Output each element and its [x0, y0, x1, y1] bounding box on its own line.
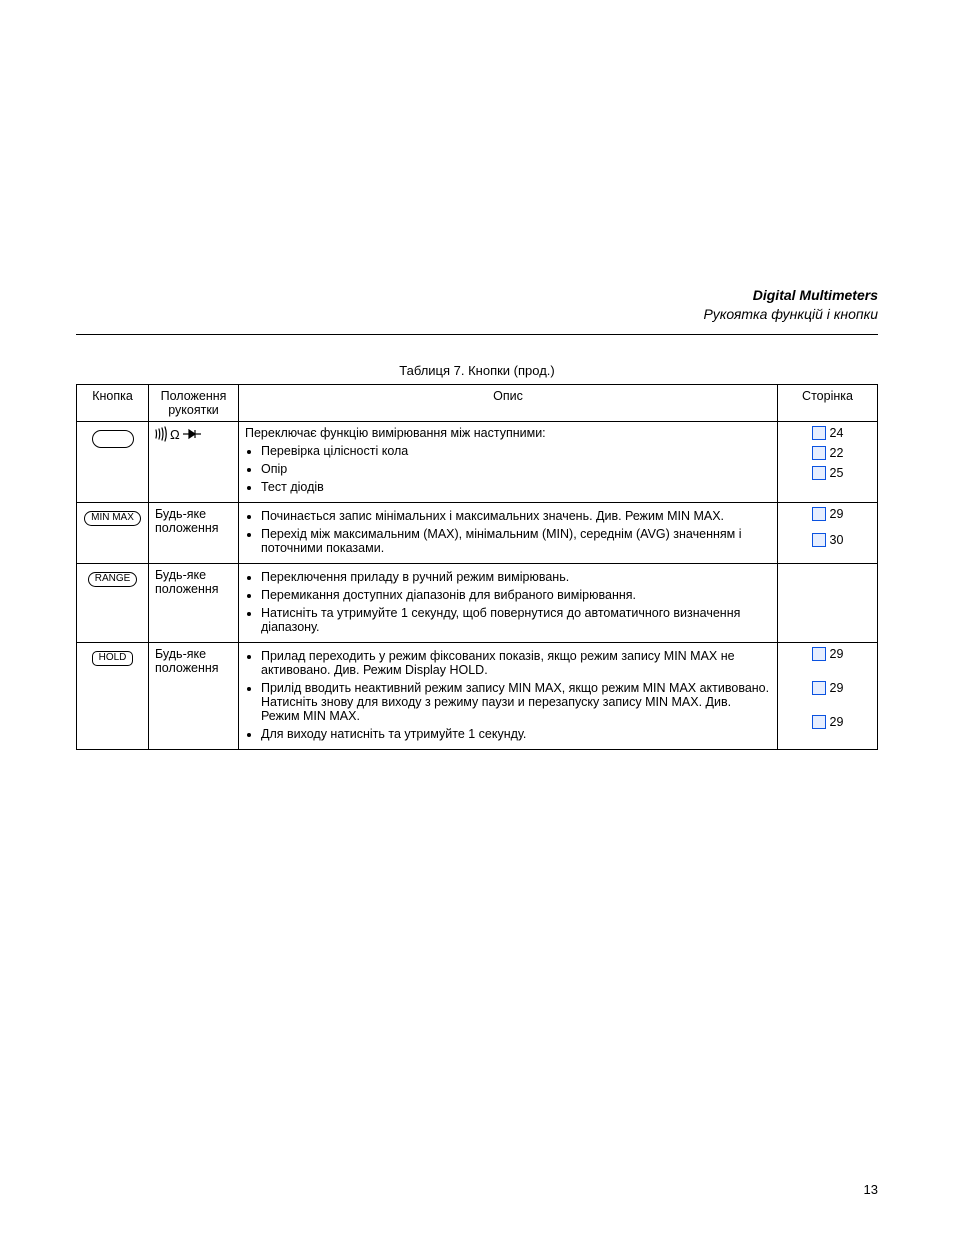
page-number: 29 [830, 647, 844, 661]
button-cell [77, 421, 149, 502]
desc-item: Перемикання доступних діапазонів для виб… [261, 588, 771, 602]
header-title: Digital Multimeters [76, 286, 878, 305]
position-cell: Будь-яке положення [149, 563, 239, 642]
desc-item: Тест діодів [261, 480, 771, 494]
desc-item: Перевірка цілісності кола [261, 444, 771, 458]
description-cell: Переключає функцію вимірювання між насту… [239, 421, 778, 502]
page-link-icon[interactable] [812, 533, 826, 547]
col-page: Сторінка [778, 384, 878, 421]
col-desc: Опис [239, 384, 778, 421]
page-header: Digital Multimeters Рукоятка функцій і к… [76, 286, 878, 324]
table-row: Ω Переключає функцію вимірювання між нас… [77, 421, 878, 502]
page-link-icon[interactable] [812, 446, 826, 460]
header-rule [76, 334, 878, 335]
table-row: HOLD Будь-яке положення Прилад переходит… [77, 642, 878, 749]
page-link-icon[interactable] [812, 715, 826, 729]
page-number: 29 [830, 715, 844, 729]
col-position: Положення рукоятки [149, 384, 239, 421]
page-cell [778, 563, 878, 642]
minmax-key-icon: MIN MAX [84, 511, 141, 526]
footer-page-number: 13 [864, 1182, 878, 1197]
table-row: RANGE Будь-яке положення Переключення пр… [77, 563, 878, 642]
page-number: 29 [830, 681, 844, 695]
hold-key-icon: HOLD [92, 651, 134, 666]
description-cell: Починається запис мінімальних і максимал… [239, 502, 778, 563]
page-number: 22 [830, 446, 844, 460]
button-cell: MIN MAX [77, 502, 149, 563]
page-number: 24 [830, 426, 844, 440]
table-row: MIN MAX Будь-яке положення Починається з… [77, 502, 878, 563]
button-cell: HOLD [77, 642, 149, 749]
page-cell: 29 29 29 [778, 642, 878, 749]
table-caption: Таблиця 7. Кнопки (прод.) [76, 363, 878, 378]
description-cell: Прилад переходить у режим фіксованих пок… [239, 642, 778, 749]
table-header-row: Кнопка Положення рукоятки Опис Сторінка [77, 384, 878, 421]
page-number: 30 [830, 533, 844, 547]
desc-item: Прилід вводить неактивний режим запису M… [261, 681, 771, 723]
position-cell: Будь-яке положення [149, 642, 239, 749]
description-cell: Переключення приладу в ручний режим вимі… [239, 563, 778, 642]
position-cell: Будь-яке положення [149, 502, 239, 563]
page-number: 25 [830, 466, 844, 480]
desc-item: Прилад переходить у режим фіксованих пок… [261, 649, 771, 677]
desc-item: Для виходу натисніть та утримуйте 1 секу… [261, 727, 771, 741]
desc-item: Починається запис мінімальних і максимал… [261, 509, 771, 523]
svg-text:Ω: Ω [170, 427, 180, 442]
button-cell: RANGE [77, 563, 149, 642]
page-link-icon[interactable] [812, 466, 826, 480]
page-link-icon[interactable] [812, 647, 826, 661]
page-link-icon[interactable] [812, 681, 826, 695]
buttons-table: Кнопка Положення рукоятки Опис Сторінка [76, 384, 878, 750]
header-subtitle: Рукоятка функцій і кнопки [76, 305, 878, 324]
col-button: Кнопка [77, 384, 149, 421]
desc-lead: Переключає функцію вимірювання між насту… [245, 426, 771, 440]
desc-item: Опір [261, 462, 771, 476]
position-cell: Ω [149, 421, 239, 502]
page-link-icon[interactable] [812, 426, 826, 440]
continuity-ohm-diode-icon: Ω [155, 426, 205, 442]
blank-key-icon [92, 430, 134, 448]
range-key-icon: RANGE [88, 572, 138, 587]
page-number: 29 [830, 507, 844, 521]
desc-item: Перехід між максимальним (MAX), мінімаль… [261, 527, 771, 555]
desc-item: Натисніть та утримуйте 1 секунду, щоб по… [261, 606, 771, 634]
page-cell: 24 22 25 [778, 421, 878, 502]
desc-item: Переключення приладу в ручний режим вимі… [261, 570, 771, 584]
page-cell: 29 30 [778, 502, 878, 563]
page-link-icon[interactable] [812, 507, 826, 521]
